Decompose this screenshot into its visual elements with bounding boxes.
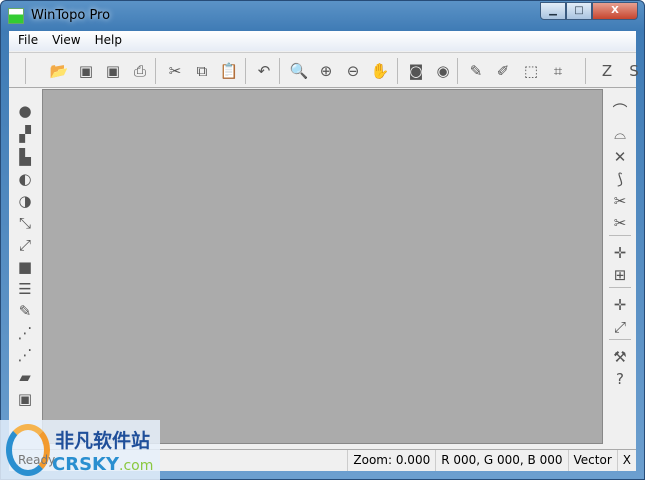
status-mode: Vector: [567, 450, 617, 471]
raster-2-icon[interactable]: ◉: [433, 61, 453, 81]
watermark-cn: 非凡软件站: [55, 430, 151, 452]
toolbar-separator: [609, 339, 631, 340]
window-title: WinTopo Pro: [31, 8, 111, 23]
right-tool-4-icon[interactable]: ✂: [610, 191, 630, 211]
close-button[interactable]: X: [592, 2, 638, 20]
right-tool-8-icon[interactable]: ✛: [610, 295, 630, 315]
left-tool-11-icon[interactable]: ⋰: [15, 345, 35, 365]
right-toolbar: ⌒ ⌓ ✕ ⟆ ✂ ✂ ✛ ⊞ ✛ ⤢ ⚒?: [604, 89, 636, 444]
minimize-button[interactable]: ▁: [540, 2, 566, 20]
pencil-icon[interactable]: ✎: [466, 61, 486, 81]
left-tool-2-icon[interactable]: ▙: [15, 147, 35, 167]
s-tool-icon[interactable]: S: [624, 61, 644, 81]
z-tool-icon[interactable]: Z: [597, 61, 617, 81]
menu-view[interactable]: View: [45, 31, 87, 51]
left-tool-10-icon[interactable]: ⋰: [15, 323, 35, 343]
right-tool-3-icon[interactable]: ⟆: [610, 169, 630, 189]
left-toolbar: ● ▞ ▙ ◐ ◑ ⤡ ⤢ ■ ☰ ✎ ⋰ ⋰ ▰ ▣: [9, 89, 41, 444]
toolbar-separator: [457, 58, 458, 84]
toolbar-separator: [245, 58, 246, 84]
app-window: WinTopo Pro ▁ □ X File View Help 📂 ▣ ▣ ⎙ ✂ ⧉ 📋…: [0, 0, 645, 480]
toolbar-separator: [279, 58, 280, 84]
toolbar-separator: [155, 58, 156, 84]
status-x: X: [616, 450, 636, 471]
toolbar-separator: [25, 58, 26, 84]
status-ready: Ready: [18, 453, 56, 467]
left-tool-7-icon[interactable]: ■: [15, 257, 35, 277]
edit-area-icon[interactable]: ⬚: [521, 61, 541, 81]
app-icon: [8, 8, 24, 24]
left-tool-0-icon[interactable]: ●: [15, 101, 35, 121]
left-tool-12-icon[interactable]: ▰: [15, 367, 35, 387]
toolbar-separator: [397, 58, 398, 84]
right-tool-9-icon[interactable]: ⤢: [610, 317, 630, 337]
toolbar-separator: [609, 287, 631, 288]
copy-icon[interactable]: ⧉: [192, 61, 212, 81]
save-as-icon[interactable]: ▣: [103, 61, 123, 81]
right-tool-1-icon[interactable]: ⌓: [610, 124, 630, 144]
print-icon[interactable]: ⎙: [130, 61, 150, 81]
menu-file[interactable]: File: [11, 31, 45, 51]
left-tool-9-icon[interactable]: ✎: [15, 301, 35, 321]
right-tool-5-icon[interactable]: ✂: [610, 213, 630, 233]
right-tool-0-icon[interactable]: ⌒: [610, 101, 630, 121]
right-tool-7-icon[interactable]: ⊞: [610, 265, 630, 285]
left-tool-13-icon[interactable]: ▣: [15, 389, 35, 409]
zoom-out-icon[interactable]: ⊖: [343, 61, 363, 81]
toolbar-separator: [609, 235, 631, 236]
watermark-en-text: CRSKY: [52, 454, 120, 475]
right-tool-6-icon[interactable]: ✛: [610, 243, 630, 263]
cut-icon[interactable]: ✂: [165, 61, 185, 81]
watermark-en: CRSKY.com: [52, 454, 153, 475]
toolbar-separator: [585, 58, 586, 84]
main-toolbar: 📂 ▣ ▣ ⎙ ✂ ⧉ 📋 ↶ 🔍 ⊕ ⊖ ✋ ◙ ◉ ✎ ✐ ⬚ ⌗ Z S: [9, 52, 639, 88]
save-icon[interactable]: ▣: [76, 61, 96, 81]
maximize-button[interactable]: □: [566, 2, 592, 20]
watermark-domain: .com: [119, 458, 154, 474]
menu-bar: File View Help: [9, 31, 636, 51]
left-tool-1-icon[interactable]: ▞: [15, 124, 35, 144]
raster-1-icon[interactable]: ◙: [406, 61, 426, 81]
pan-icon[interactable]: ✋: [370, 61, 390, 81]
edit-line-icon[interactable]: ✐: [493, 61, 513, 81]
right-tool-2-icon[interactable]: ✕: [610, 147, 630, 167]
left-tool-3-icon[interactable]: ◐: [15, 169, 35, 189]
zoom-in-icon[interactable]: ⊕: [316, 61, 336, 81]
paste-icon[interactable]: 📋: [219, 61, 239, 81]
right-tool-11-icon[interactable]: ?: [610, 369, 630, 389]
undo-icon[interactable]: ↶: [254, 61, 274, 81]
open-icon[interactable]: 📂: [49, 61, 69, 81]
status-zoom: Zoom: 0.000: [347, 450, 435, 471]
left-tool-8-icon[interactable]: ☰: [15, 279, 35, 299]
status-rgb: R 000, G 000, B 000: [435, 450, 567, 471]
menu-help[interactable]: Help: [88, 31, 129, 51]
crop-icon[interactable]: ⌗: [548, 61, 568, 81]
right-tool-10-icon[interactable]: ⚒: [610, 347, 630, 367]
left-tool-5-icon[interactable]: ⤡: [15, 213, 35, 233]
drawing-canvas[interactable]: [42, 89, 603, 444]
zoom-icon[interactable]: 🔍: [289, 61, 309, 81]
left-tool-6-icon[interactable]: ⤢: [15, 235, 35, 255]
left-tool-4-icon[interactable]: ◑: [15, 191, 35, 211]
